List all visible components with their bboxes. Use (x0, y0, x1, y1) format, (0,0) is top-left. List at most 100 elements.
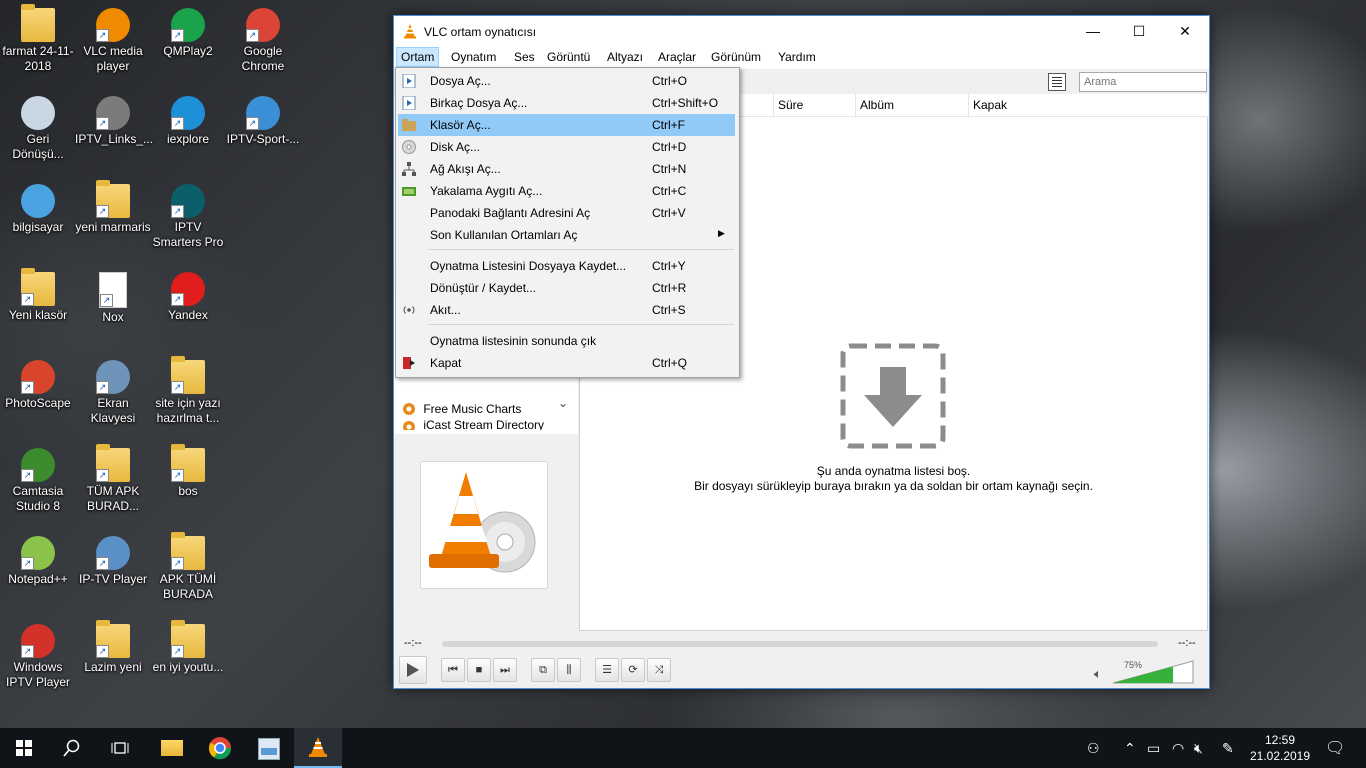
menu-item[interactable]: Oynatma listesinin sonunda çık (398, 330, 735, 352)
desktop-icon[interactable]: Camtasia Studio 8 (0, 448, 76, 514)
menu-ortam[interactable]: Ortam (396, 47, 440, 67)
menu-yardim[interactable]: Yardım (774, 47, 820, 67)
start-button[interactable] (0, 728, 48, 768)
menu-goruntu[interactable]: Görüntü (543, 47, 594, 67)
desktop-icon[interactable]: IPTV-Sport-... (225, 96, 301, 147)
sidebar-item-free-music-charts[interactable]: Free Music Charts (402, 401, 521, 416)
maximize-button[interactable]: ☐ (1116, 16, 1162, 47)
notification-icon[interactable]: 🗨︎ (1325, 738, 1345, 758)
desktop-icon[interactable]: en iyi youtu... (150, 620, 226, 675)
title-bar[interactable]: VLC ortam oynatıcısı — ☐ ✕ (394, 16, 1209, 47)
playlist-toggle-button[interactable]: ☰ (595, 658, 619, 682)
menu-oynatim[interactable]: Oynatım (447, 47, 500, 67)
desktop-icon-label: IPTV Smarters Pro (152, 220, 224, 249)
speaker-icon[interactable]: 🔈︎ (1094, 666, 1102, 682)
desktop-icon[interactable]: Google Chrome (225, 8, 301, 74)
volume-slider[interactable] (1112, 660, 1194, 684)
chevron-up-icon[interactable]: ⌃ (1124, 740, 1136, 757)
ortam-dropdown-menu: Dosya Aç... Ctrl+O Birkaç Dosya Aç... Ctrl+… (395, 67, 740, 378)
column-album[interactable]: Albüm (855, 94, 966, 116)
menu-altyazi[interactable]: Altyazı (603, 47, 647, 67)
desktop-icon[interactable]: Geri Dönüşü... (0, 96, 76, 162)
folder-icon (161, 740, 183, 756)
desktop-icon[interactable]: APK TÜMİ BURADA (150, 532, 226, 602)
desktop-icon[interactable]: Yeni klasör (0, 268, 76, 323)
extended-settings-button[interactable]: ⫼ (557, 658, 581, 682)
desktop-icon[interactable]: yeni marmaris (75, 180, 151, 235)
stop-button[interactable]: ■ (467, 658, 491, 682)
folder-icon (171, 532, 205, 570)
desktop-icon[interactable]: Lazim yeni (75, 620, 151, 675)
desktop-icon[interactable]: bos (150, 444, 226, 499)
desktop-icon[interactable]: VLC media player (75, 8, 151, 74)
play-button[interactable] (399, 656, 427, 684)
desktop-icon[interactable]: PhotoScape (0, 360, 76, 411)
next-button[interactable]: ⏭ (493, 658, 517, 682)
desktop-icon-label: iexplore (166, 132, 210, 146)
desktop-icon[interactable]: QMPlay2 (150, 8, 226, 59)
desktop-icon[interactable]: iexplore (150, 96, 226, 147)
iptv-smarters-icon (171, 184, 205, 218)
column-sure[interactable]: Süre (773, 94, 854, 116)
people-icon[interactable]: ⚇ (1087, 740, 1100, 757)
taskbar-chrome[interactable] (196, 728, 244, 768)
menu-item[interactable]: Oynatma Listesini Dosyaya Kaydet... Ctrl+… (398, 255, 735, 277)
menu-araclar[interactable]: Araçlar (654, 47, 700, 67)
search-input[interactable] (1079, 72, 1207, 92)
menu-item[interactable]: Birkaç Dosya Aç... Ctrl+Shift+O (398, 92, 735, 114)
menu-item[interactable]: Panodaki Bağlantı Adresini Aç Ctrl+V (398, 202, 735, 224)
desktop-icon[interactable]: Ekran Klavyesi (75, 360, 151, 426)
menu-item[interactable]: Disk Aç... Ctrl+D (398, 136, 735, 158)
menu-gorunum[interactable]: Görünüm (707, 47, 765, 67)
battery-icon[interactable]: ▭ (1147, 740, 1160, 757)
desktop-icon[interactable]: IPTV_Links_... (75, 96, 153, 147)
chevron-down-icon[interactable]: ⌄ (558, 396, 568, 410)
menu-item[interactable]: Klasör Aç... Ctrl+F (398, 114, 735, 136)
taskbar-file-explorer[interactable] (148, 728, 196, 768)
menu-item[interactable]: Ağ Akışı Aç... Ctrl+N (398, 158, 735, 180)
menu-item-label: Klasör Aç... (430, 118, 491, 132)
playlist-view-icon[interactable] (1048, 73, 1066, 91)
shuffle-button[interactable]: ⤨ (647, 658, 671, 682)
vlc-icon (404, 24, 416, 39)
desktop-icon[interactable]: IP-TV Player (75, 536, 151, 587)
desktop-icon[interactable]: Notepad++ (0, 536, 76, 587)
taskbar-vlc[interactable] (294, 728, 342, 768)
desktop-icon[interactable]: bilgisayar (0, 184, 76, 235)
pen-icon[interactable]: ✎ (1222, 740, 1234, 757)
menu-item[interactable]: Yakalama Aygıtı Aç... Ctrl+C (398, 180, 735, 202)
loop-button[interactable]: ⟳ (621, 658, 645, 682)
stream-icon (403, 306, 415, 314)
minimize-button[interactable]: — (1070, 16, 1116, 47)
fullscreen-button[interactable]: ⧉ (531, 658, 555, 682)
desktop-icon-label: APK TÜMİ BURADA (159, 572, 217, 601)
folder-doc-icon (96, 620, 130, 658)
seek-slider[interactable] (442, 641, 1158, 647)
desktop-icon[interactable]: Nox (75, 272, 151, 325)
menu-item[interactable]: Son Kullanılan Ortamları Aç ▶ (398, 224, 735, 246)
menu-item-label: Oynatma Listesini Dosyaya Kaydet... (430, 259, 627, 273)
menu-item[interactable]: Dönüştür / Kaydet... Ctrl+R (398, 277, 735, 299)
menu-item[interactable]: Dosya Aç... Ctrl+O (398, 70, 735, 92)
menu-item[interactable]: Akıt... Ctrl+S (398, 299, 735, 321)
search-icon (63, 739, 80, 757)
search-button[interactable] (48, 728, 96, 768)
desktop-icon[interactable]: TÜM APK BURAD... (75, 444, 151, 514)
task-view-button[interactable] (96, 728, 144, 768)
sidebar-item-icast[interactable]: iCast Stream Directory (402, 420, 544, 430)
desktop-icon[interactable]: IPTV Smarters Pro (150, 184, 226, 250)
taskbar-clock[interactable]: 12:59 21.02.2019 (1248, 732, 1312, 764)
taskbar-photo-app[interactable] (244, 728, 292, 768)
menu-item[interactable]: Kapat Ctrl+Q (398, 352, 735, 374)
desktop-icon[interactable]: Yandex (150, 272, 226, 323)
menu-ses[interactable]: Ses (510, 47, 539, 67)
column-kapak[interactable]: Kapak (968, 94, 1203, 116)
close-button[interactable]: ✕ (1162, 16, 1208, 47)
desktop-icon[interactable]: site için yazı hazırlma t... (150, 356, 226, 426)
previous-button[interactable]: ⏮ (441, 658, 465, 682)
volume-muted-icon[interactable]: 🔇︎ (1194, 740, 1203, 757)
wifi-icon[interactable]: ◠ (1172, 740, 1184, 757)
play-icon (21, 624, 55, 658)
desktop-icon[interactable]: Windows IPTV Player (0, 624, 76, 690)
desktop-icon[interactable]: farmat 24-11-2018 (0, 4, 76, 74)
